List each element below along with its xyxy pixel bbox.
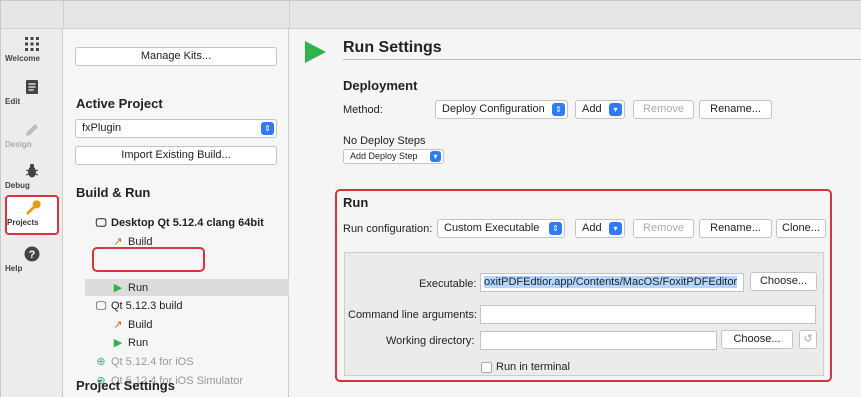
question-icon: ? — [24, 246, 40, 262]
mode-edit[interactable]: Edit — [5, 76, 59, 114]
kit-label: Desktop Qt 5.12.4 clang 64bit — [111, 217, 264, 229]
run-label: Run — [128, 337, 149, 349]
pencil-icon — [26, 124, 38, 136]
grid-icon — [25, 37, 39, 51]
arguments-field[interactable] — [480, 305, 816, 324]
executable-label: Executable: — [419, 278, 477, 290]
run-heading: Run — [343, 195, 369, 210]
arguments-label: Command line arguments: — [348, 309, 478, 321]
top-toolbar — [1, 1, 861, 29]
working-directory-choose-button[interactable]: Choose... — [721, 330, 793, 349]
mode-label: Help — [5, 264, 23, 273]
kit-label: Qt 5.12.4 for iOS — [111, 356, 194, 368]
mode-bar: Welcome Edit Design Debug Projects ? Hel… — [1, 29, 63, 397]
project-settings-heading: Project Settings — [76, 378, 175, 393]
deploy-rename-button[interactable]: Rename... — [699, 100, 772, 119]
run-remove-button[interactable]: Remove — [633, 219, 694, 238]
mode-projects[interactable]: Projects — [5, 195, 59, 235]
run-in-terminal-label: Run in terminal — [496, 361, 570, 373]
add-deploy-step-button[interactable]: Add Deploy Step ▾ — [343, 149, 444, 164]
method-value: Deploy Configuration — [442, 103, 545, 115]
active-project-select[interactable]: fxPlugin ⇕ — [75, 119, 277, 138]
working-directory-field[interactable] — [480, 331, 717, 350]
working-directory-label: Working directory: — [386, 335, 475, 347]
build-run-heading: Build & Run — [76, 185, 151, 200]
kit-qt5123-build[interactable]: ↗ Build — [111, 317, 152, 333]
mode-label: Projects — [7, 218, 39, 227]
add-label: Add — [582, 103, 602, 115]
projects-panel: Manage Kits... Active Project fxPlugin ⇕… — [64, 29, 289, 397]
qt-creator-window: Welcome Edit Design Debug Projects ? Hel… — [0, 0, 861, 397]
chevron-down-icon: ▾ — [609, 103, 622, 116]
play-icon: ▶ — [113, 337, 123, 349]
mode-welcome[interactable]: Welcome — [5, 33, 59, 71]
run-configuration-label: Run configuration: — [343, 223, 433, 235]
play-icon: ▶ — [113, 282, 123, 294]
method-select[interactable]: Deploy Configuration ⇕ — [435, 100, 568, 119]
mode-label: Welcome — [5, 54, 40, 63]
deployment-heading: Deployment — [343, 78, 418, 93]
mode-help[interactable]: ? Help — [5, 243, 59, 281]
mode-label: Edit — [5, 97, 21, 106]
kit-qt5123-run[interactable]: ▶ Run — [111, 335, 148, 351]
run-add-button[interactable]: Add ▾ — [575, 219, 625, 238]
play-icon — [305, 41, 326, 63]
run-item-highlight-box — [92, 247, 205, 272]
bug-icon — [25, 163, 39, 178]
kit-desktop[interactable]: 🖵 Desktop Qt 5.12.4 clang 64bit — [94, 215, 264, 231]
kit-label: Qt 5.12.3 build — [111, 300, 183, 312]
executable-choose-button[interactable]: Choose... — [750, 272, 817, 291]
add-kit-icon: ⊕ — [96, 356, 106, 368]
executable-value: oxitPDFEdtior.app/Contents/MacOS/FoxitPD… — [484, 276, 738, 288]
import-build-button[interactable]: Import Existing Build... — [75, 146, 277, 165]
run-in-terminal-checkbox[interactable] — [481, 362, 492, 373]
mode-label: Debug — [5, 181, 30, 190]
document-icon — [26, 80, 38, 94]
executable-field[interactable]: oxitPDFEdtior.app/Contents/MacOS/FoxitPD… — [480, 273, 744, 292]
kit-ios[interactable]: ⊕ Qt 5.12.4 for iOS — [94, 354, 194, 370]
kit-qt5123[interactable]: 🖵 Qt 5.12.3 build — [94, 298, 183, 314]
wrench-icon — [26, 200, 41, 215]
monitor-icon: 🖵 — [95, 217, 107, 229]
page-title: Run Settings — [343, 39, 861, 60]
kit-desktop-run[interactable]: ▶ Run — [111, 280, 148, 296]
reset-icon[interactable]: ↺ — [799, 330, 817, 349]
add-label: Add — [582, 222, 602, 234]
method-label: Method: — [343, 104, 383, 116]
no-deploy-steps-label: No Deploy Steps — [343, 135, 426, 147]
chevron-updown-icon: ⇕ — [549, 222, 562, 235]
deploy-remove-button[interactable]: Remove — [633, 100, 694, 119]
run-label: Run — [128, 282, 149, 294]
mode-debug[interactable]: Debug — [5, 160, 59, 198]
manage-kits-button[interactable]: Manage Kits... — [75, 47, 277, 66]
add-step-label: Add Deploy Step — [350, 151, 418, 161]
run-clone-button[interactable]: Clone... — [776, 219, 826, 238]
run-rename-button[interactable]: Rename... — [699, 219, 772, 238]
chevron-updown-icon: ⇕ — [552, 103, 565, 116]
deploy-add-button[interactable]: Add ▾ — [575, 100, 625, 119]
run-settings-panel: Run Settings Deployment Method: Deploy C… — [290, 29, 861, 397]
svg-text:?: ? — [29, 249, 36, 261]
build-label: Build — [128, 319, 153, 331]
monitor-icon: 🖵 — [95, 300, 107, 312]
mode-design[interactable]: Design — [5, 119, 59, 157]
run-configuration-select[interactable]: Custom Executable ⇕ — [437, 219, 565, 238]
chevron-down-icon: ▾ — [609, 222, 622, 235]
run-config-value: Custom Executable — [444, 222, 540, 234]
chevron-down-icon: ▾ — [430, 151, 441, 162]
hammer-icon: ↗ — [113, 319, 123, 331]
mode-label: Design — [5, 140, 32, 149]
active-project-value: fxPlugin — [82, 122, 122, 134]
active-project-heading: Active Project — [76, 96, 163, 111]
chevron-updown-icon: ⇕ — [261, 122, 274, 135]
